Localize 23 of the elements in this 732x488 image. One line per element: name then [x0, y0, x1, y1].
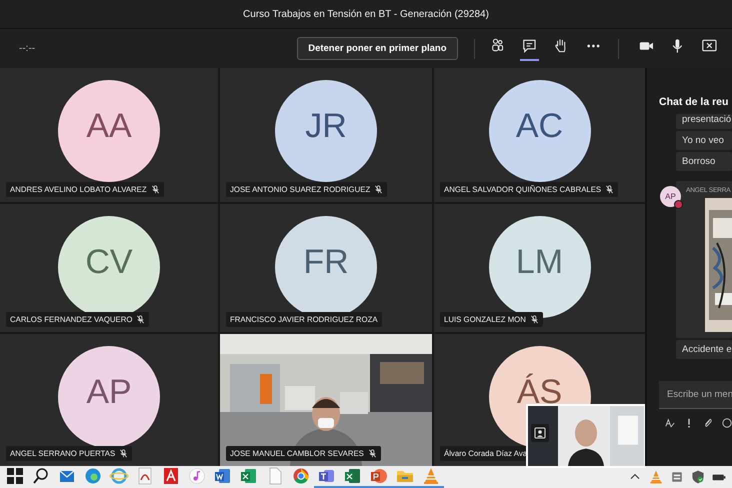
device-icon[interactable] — [669, 469, 685, 485]
shield-icon[interactable] — [690, 469, 706, 485]
emoji-icon[interactable] — [722, 417, 732, 429]
chat-message: Yo no veo — [676, 131, 732, 150]
avatar: AP — [58, 346, 160, 448]
avatar: AC — [488, 80, 590, 182]
meeting-timer: --:-- — [19, 43, 36, 54]
presentation-icon[interactable] — [366, 466, 392, 488]
avatar: JR — [275, 80, 377, 182]
chat-message: Accidente e — [676, 340, 732, 359]
camera-switch-icon[interactable] — [531, 424, 549, 442]
avatar: AA — [58, 80, 160, 182]
spreadsheet-icon[interactable] — [340, 466, 366, 488]
format-icon[interactable] — [665, 417, 675, 429]
stop-spotlight-button[interactable]: Detener poner en primer plano — [297, 37, 458, 60]
chat-title: Chat de la reu — [659, 96, 730, 108]
attach-icon[interactable] — [703, 417, 713, 429]
chat-message: presentació — [676, 114, 732, 129]
chat-message: Borroso — [676, 152, 732, 171]
traffic-cone-icon[interactable] — [418, 466, 444, 488]
message-input[interactable]: Escribe un men — [659, 381, 732, 409]
avatar: LM — [488, 216, 590, 318]
sender-avatar: AP — [660, 186, 681, 207]
